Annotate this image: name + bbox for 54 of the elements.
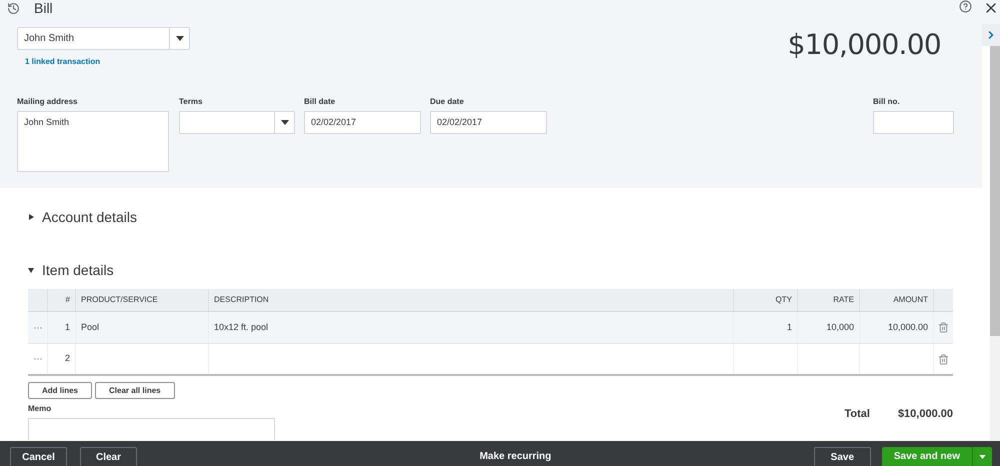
memo-field[interactable] [28, 418, 275, 440]
side-panel-toggle[interactable] [982, 24, 1000, 46]
table-row[interactable]: 2 [28, 344, 953, 376]
table-cell-text: Pool [81, 320, 100, 334]
save-button[interactable]: Save [814, 447, 871, 466]
total-amount: $10,000.00 [898, 407, 953, 422]
table-action-button[interactable]: Clear all lines [95, 382, 175, 399]
collapsed-triangle-icon [28, 214, 34, 220]
column-header: # [48, 289, 76, 311]
make-recurring-button[interactable]: Make recurring [400, 447, 552, 466]
table-cell-text: 1 [64, 320, 70, 334]
field-label: Due date [430, 96, 465, 108]
table-cell-text: 2 [64, 352, 70, 366]
table-cell-text: 10,000.00 [888, 320, 928, 334]
scrollbar-thumb[interactable] [990, 46, 1000, 336]
expanded-triangle-icon [28, 267, 34, 273]
field-label: Terms [179, 96, 204, 108]
section-toggle[interactable]: Account details [28, 207, 953, 227]
date-field[interactable]: 02/02/2017 [304, 111, 421, 134]
field-label: Mailing address [17, 96, 78, 108]
table-action-button[interactable]: Add lines [28, 382, 92, 399]
caret-icon [979, 454, 986, 458]
caret-icon [176, 36, 184, 41]
bill-number-field[interactable] [873, 111, 954, 134]
memo-label: Memo [28, 403, 52, 415]
field-label: Bill no. [873, 96, 901, 108]
column-header: DESCRIPTION [209, 289, 734, 311]
section-toggle[interactable]: Item details [28, 260, 953, 280]
delete-icon[interactable] [938, 322, 949, 333]
history-icon[interactable] [7, 2, 20, 14]
table-row[interactable]: 1 Pool 10x12 ft. pool 1 10,000 10,000.00 [28, 312, 953, 344]
help-icon[interactable] [959, 0, 972, 13]
window-title: Bill [34, 0, 53, 18]
caret-icon [280, 120, 288, 125]
footer-button[interactable]: Cancel [10, 447, 67, 466]
footer-button[interactable]: Clear [80, 447, 137, 466]
close-button[interactable] [982, 0, 1000, 24]
column-header: QTY [734, 289, 798, 311]
field-label: Bill date [304, 96, 336, 108]
balance-amount: $10,000.00 [788, 31, 941, 63]
table-cell-text: 10,000 [826, 320, 854, 334]
total-label: Total [844, 407, 870, 422]
drag-handle-icon[interactable] [34, 326, 42, 328]
address-field[interactable]: John Smith [17, 111, 169, 172]
vendor-dropdown[interactable]: John Smith [17, 27, 190, 50]
date-field[interactable]: 02/02/2017 [430, 111, 547, 134]
table-cell-text: 10x12 ft. pool [214, 320, 268, 334]
table-cell-text: 1 [786, 320, 792, 334]
column-header: AMOUNT [860, 289, 934, 311]
column-header: PRODUCT/SERVICE [76, 289, 209, 311]
drag-handle-icon[interactable] [34, 358, 42, 360]
linked-transaction-link[interactable]: 1 linked transaction [25, 56, 190, 68]
delete-icon[interactable] [938, 354, 949, 364]
column-header: RATE [798, 289, 860, 311]
